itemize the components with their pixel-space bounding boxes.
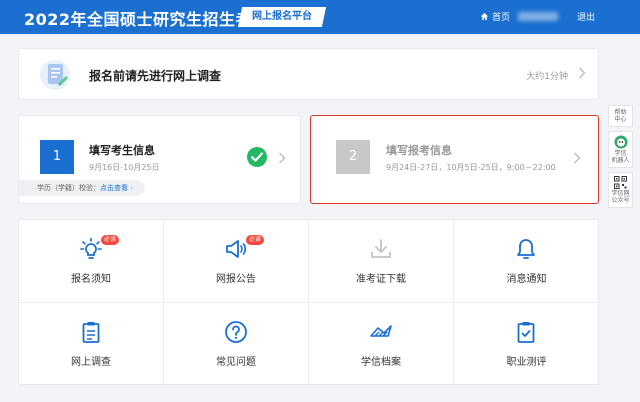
grid-item-label: 常见问题 <box>216 357 256 368</box>
grid-item-career-assessment[interactable]: 职业测评 <box>454 303 599 386</box>
site-title: 2022年全国硕士研究生招生考试 <box>24 10 269 29</box>
grid-item-label: 学信档案 <box>361 357 401 368</box>
step-title: 填写报考信息 <box>386 144 452 157</box>
grid-item-academic-archive[interactable]: 学信档案 <box>309 303 454 386</box>
help-center-button[interactable]: 帮助 中心 <box>608 105 633 127</box>
home-icon <box>480 12 489 21</box>
help-center-label-1: 帮助 <box>614 109 627 116</box>
megaphone-icon <box>226 240 247 258</box>
must-read-badge: 必读 <box>246 235 265 245</box>
grid-item-label: 报名须知 <box>71 274 111 285</box>
clipboard-icon <box>82 322 100 343</box>
survey-title: 报名前请先进行网上调查 <box>89 69 222 83</box>
robot-avatar-icon <box>614 135 627 149</box>
chevron-right-icon <box>279 152 286 164</box>
chevron-right-icon <box>579 67 586 79</box>
step-date: 9月24日-27日，10月5日-25日，9:00－22:00 <box>386 163 556 172</box>
chsi-robot-button[interactable]: 学信 机器人 <box>608 131 633 168</box>
download-icon <box>371 239 391 258</box>
help-center-label-2: 中心 <box>614 116 627 123</box>
grid-item-label: 消息通知 <box>506 274 547 285</box>
grid-item-notifications[interactable]: 消息通知 <box>454 220 599 303</box>
home-label: 首页 <box>492 13 511 23</box>
survey-card[interactable]: 报名前请先进行网上调查 大约1分钟 <box>18 48 599 100</box>
logout-link[interactable]: 退出 <box>577 10 595 23</box>
user-name-blurred <box>518 12 558 21</box>
verify-prefix: 学历（学籍）校验： <box>37 184 100 192</box>
verify-link[interactable]: 点击查看 <box>100 184 128 192</box>
wechat-label-1: 学信网 <box>611 190 630 197</box>
bell-icon <box>517 239 535 259</box>
step-card-fill-personal-info[interactable]: 1 填写考生信息 9月16日-10月25日 学历（学籍）校验：点击查看 › <box>18 115 301 204</box>
grid-item-online-survey[interactable]: 网上调查 <box>19 303 164 386</box>
wechat-account-button[interactable]: 学信网 公众号 <box>608 172 633 208</box>
question-icon <box>225 321 247 343</box>
must-read-badge: 必读 <box>101 235 120 245</box>
survey-illustration-icon <box>40 60 70 90</box>
home-link[interactable]: 首页 <box>480 10 510 23</box>
robot-label-1: 学信 <box>614 150 627 157</box>
platform-badge: 网上报名平台 <box>237 7 327 27</box>
survey-time-hint: 大约1分钟 <box>526 72 568 82</box>
function-grid: 必读 报名须知 必读 网报公告 准考证下载 消息通知 网上调查 常见问题 学信档… <box>18 219 599 386</box>
grid-item-label: 准考证下载 <box>356 274 406 285</box>
grid-item-announcements[interactable]: 必读 网报公告 <box>164 220 309 303</box>
robot-label-2: 机器人 <box>611 157 630 164</box>
top-header: 2022年全国硕士研究生招生考试 网上报名平台 首页 退出 <box>0 0 640 34</box>
degree-verification-strip: 学历（学籍）校验：点击查看 › <box>19 180 145 196</box>
grid-item-admission-ticket[interactable]: 准考证下载 <box>309 220 454 303</box>
step-title: 填写考生信息 <box>89 144 155 157</box>
wechat-label-2: 公众号 <box>611 197 630 204</box>
archive-logo-icon <box>370 325 392 337</box>
grid-item-label: 网报公告 <box>216 274 256 285</box>
side-toolbar: 帮助 中心 学信 机器人 学信网 公众号 <box>608 105 633 212</box>
chevron-right-icon <box>574 152 581 164</box>
step-number: 1 <box>40 140 74 174</box>
grid-item-registration-notice[interactable]: 必读 报名须知 <box>19 220 164 303</box>
grid-item-label: 职业测评 <box>506 357 547 368</box>
step-number: 2 <box>336 140 370 174</box>
lightbulb-icon <box>80 237 102 259</box>
qr-code-icon <box>614 176 627 189</box>
grid-item-faq[interactable]: 常见问题 <box>164 303 309 386</box>
step-date: 9月16日-10月25日 <box>89 163 160 172</box>
step-card-fill-application-info[interactable]: 2 填写报考信息 9月24日-27日，10月5日-25日，9:00－22:00 <box>310 115 599 204</box>
checklist-icon <box>517 322 535 343</box>
grid-item-label: 网上调查 <box>71 357 111 368</box>
check-circle-icon <box>247 147 267 167</box>
